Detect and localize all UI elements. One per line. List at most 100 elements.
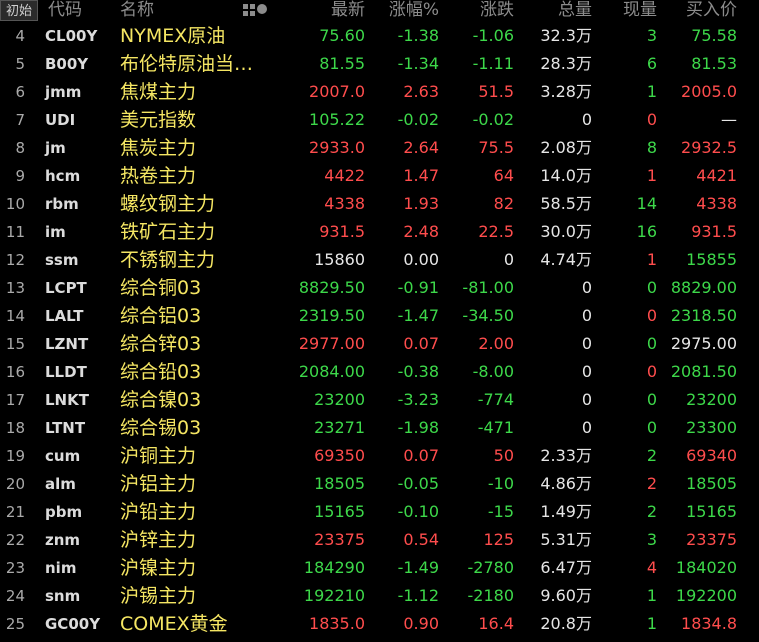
row-change: 125 [483,530,514,549]
row-index: 24 [5,587,25,605]
table-row[interactable]: 5 B00Y 布伦特原油当… 81.55 -1.34 -1.11 28.3万 6 81.53 [0,50,759,78]
col-header-now[interactable]: 现量 [623,0,657,20]
row-bid-price: 18505 [686,474,737,493]
table-row[interactable]: 7 UDI 美元指数 105.22 -0.02 -0.02 0 0 — [0,106,759,134]
row-name: 美元指数 [120,109,197,131]
row-volume: 0 [581,110,592,129]
row-volume: 9.60万 [540,586,592,605]
row-change: -774 [477,390,514,409]
table-row[interactable]: 19 cum 沪铜主力 69350 0.07 50 2.33万 2 69340 [0,442,759,470]
table-row[interactable]: 10 rbm 螺纹钢主力 4338 1.93 82 58.5万 14 4338 [0,190,759,218]
row-last-price: 1835.0 [309,614,365,633]
table-row[interactable]: 17 LNKT 综合镍03 23200 -3.23 -774 0 0 23200 [0,386,759,414]
row-change: 82 [493,194,514,213]
grid-icon[interactable] [243,4,255,16]
col-header-pct[interactable]: 涨幅% [389,0,439,20]
row-bid-price: 2005.0 [681,82,737,101]
table-row[interactable]: 4 CL00Y NYMEX原油 75.60 -1.38 -1.06 32.3万 3 75.58 [0,22,759,50]
row-change-pct: -0.10 [397,502,439,521]
row-current-volume: 1 [646,166,657,185]
row-current-volume: 4 [646,558,657,577]
row-volume: 3.28万 [540,82,592,101]
row-last-price: 4422 [324,166,365,185]
row-name: NYMEX原油 [120,25,226,47]
row-volume: 0 [581,390,592,409]
row-last-price: 2084.00 [298,362,365,381]
row-name: 综合镍03 [120,389,202,411]
table-row[interactable]: 13 LCPT 综合铜03 8829.50 -0.91 -81.00 0 0 8829.00 [0,274,759,302]
table-row[interactable]: 24 snm 沪锡主力 192210 -1.12 -2180 9.60万 1 192200 [0,582,759,610]
row-last-price: 4338 [324,194,365,213]
row-volume: 1.49万 [540,502,592,521]
row-index: 25 [5,615,25,633]
row-last-price: 2933.0 [309,138,365,157]
row-name: 沪铅主力 [120,501,197,523]
row-index: 11 [5,223,25,241]
row-index: 10 [5,195,25,213]
table-row[interactable]: 8 jm 焦炭主力 2933.0 2.64 75.5 2.08万 8 2932.5 [0,134,759,162]
row-name: 焦炭主力 [120,137,197,159]
table-row[interactable]: 20 alm 沪铝主力 18505 -0.05 -10 4.86万 2 18505 [0,470,759,498]
row-bid-price: 2932.5 [681,138,737,157]
row-code: GC00Y [45,615,101,633]
table-row[interactable]: 11 im 铁矿石主力 931.5 2.48 22.5 30.0万 16 931.5 [0,218,759,246]
col-header-code[interactable]: 代码 [48,0,82,20]
table-row[interactable]: 21 pbm 沪铅主力 15165 -0.10 -15 1.49万 2 15165 [0,498,759,526]
row-bid-price: 2975.00 [670,334,737,353]
row-index: 6 [15,83,25,101]
row-name: 不锈钢主力 [120,249,216,271]
row-current-volume: 16 [636,222,657,241]
row-bid-price: 69340 [686,446,737,465]
row-index: 23 [5,559,25,577]
row-volume: 0 [581,278,592,297]
table-row[interactable]: 14 LALT 综合铝03 2319.50 -1.47 -34.50 0 0 2318.50 [0,302,759,330]
row-volume: 2.08万 [540,138,592,157]
table-row[interactable]: 16 LLDT 综合铅03 2084.00 -0.38 -8.00 0 0 2081.50 [0,358,759,386]
col-header-bid[interactable]: 买入价 [686,0,737,20]
row-current-volume: 0 [646,306,657,325]
row-name: 综合铜03 [120,277,202,299]
row-change-pct: 0.90 [403,614,439,633]
row-volume: 0 [581,362,592,381]
row-current-volume: 0 [646,390,657,409]
init-button[interactable]: 初始 [0,0,38,21]
table-row[interactable]: 15 LZNT 综合锌03 2977.00 0.07 2.00 0 0 2975.00 [0,330,759,358]
row-change-pct: -0.05 [397,474,439,493]
row-change-pct: 1.47 [403,166,439,185]
row-volume: 32.3万 [540,26,592,45]
row-bid-price: 81.53 [691,54,737,73]
row-last-price: 81.55 [319,54,365,73]
row-last-price: 69350 [314,446,365,465]
row-last-price: 23200 [314,390,365,409]
table-row[interactable]: 22 znm 沪锌主力 23375 0.54 125 5.31万 3 23375 [0,526,759,554]
row-change-pct: -1.47 [397,306,439,325]
col-header-last[interactable]: 最新 [331,0,365,20]
row-bid-price: 23200 [686,390,737,409]
row-change-pct: -1.38 [397,26,439,45]
row-name: 沪锡主力 [120,585,197,607]
row-change: -10 [487,474,514,493]
row-code: nim [45,559,77,577]
row-current-volume: 6 [646,54,657,73]
row-volume: 5.31万 [540,530,592,549]
row-name: 综合铅03 [120,361,202,383]
table-row[interactable]: 18 LTNT 综合锡03 23271 -1.98 -471 0 0 23300 [0,414,759,442]
col-header-vol[interactable]: 总量 [558,0,592,20]
table-row[interactable]: 23 nim 沪镍主力 184290 -1.49 -2780 6.47万 4 184020 [0,554,759,582]
row-last-price: 18505 [314,474,365,493]
table-row[interactable]: 9 hcm 热卷主力 4422 1.47 64 14.0万 1 4421 [0,162,759,190]
table-row[interactable]: 25 GC00Y COMEX黄金 1835.0 0.90 16.4 20.8万 1 1834.8 [0,610,759,638]
table-row[interactable]: 6 jmm 焦煤主力 2007.0 2.63 51.5 3.28万 1 2005.0 [0,78,759,106]
dot-icon[interactable] [257,4,267,14]
col-header-name[interactable]: 名称 [120,0,154,20]
table-row[interactable]: 12 ssm 不锈钢主力 15860 0.00 0 4.74万 1 15855 [0,246,759,274]
row-code: LZNT [45,335,89,353]
row-current-volume: 0 [646,418,657,437]
row-index: 13 [5,279,25,297]
row-last-price: 15165 [314,502,365,521]
row-change: 2.00 [478,334,514,353]
row-change-pct: -0.91 [397,278,439,297]
row-volume: 20.8万 [540,614,592,633]
row-last-price: 105.22 [309,110,365,129]
col-header-chg[interactable]: 涨跌 [480,0,514,20]
